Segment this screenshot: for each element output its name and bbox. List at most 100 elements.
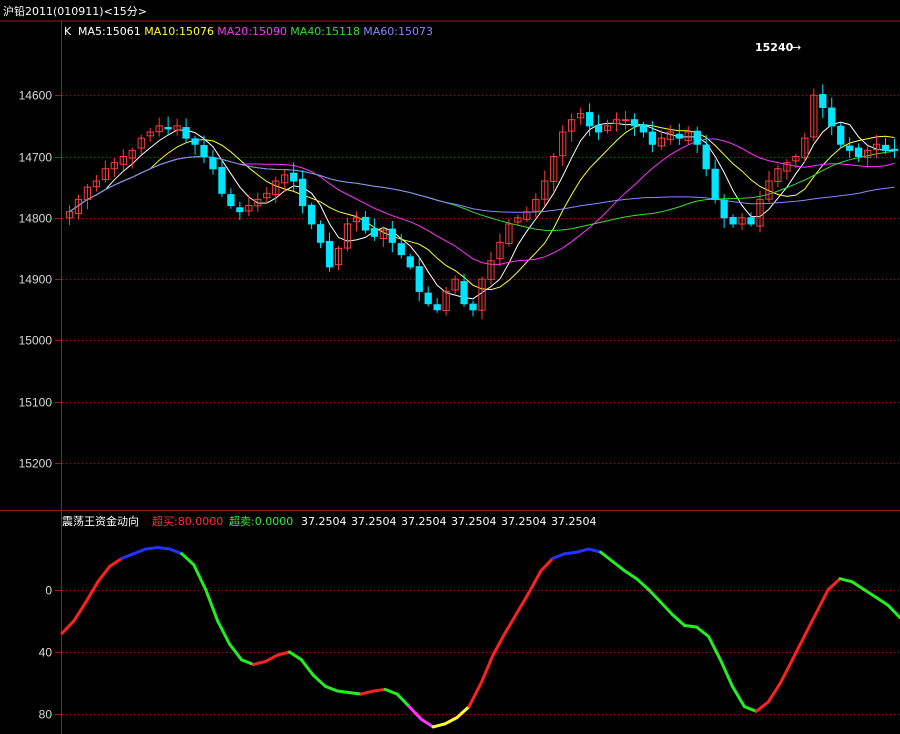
candle-body-70 [693, 130, 701, 145]
indicator-value-2: 37.2504 [401, 515, 447, 528]
ind-y-tick-40: 40 [39, 646, 53, 660]
chart-title: 沪铅2011(010911)<15分> [3, 4, 147, 18]
osc-segment-35 [479, 653, 495, 685]
high-marker-arrow: → [792, 41, 801, 54]
osc-segment-30 [419, 717, 435, 729]
osc-segment-64 [826, 577, 842, 592]
osc-segment-57 [742, 705, 758, 713]
osc-segment-18 [276, 650, 291, 657]
osc-segment-44 [587, 547, 603, 554]
candle-body-36 [388, 228, 396, 243]
ma-legend-2: MA20:15090 [217, 25, 287, 38]
osc-segment-68 [874, 595, 890, 607]
candle-body-19 [236, 207, 244, 213]
osc-segment-6 [132, 547, 148, 556]
osc-segment-49 [647, 588, 663, 604]
indicator-value-3: 37.2504 [451, 515, 497, 528]
indicator-value-0: 37.2504 [301, 515, 347, 528]
osc-segment-45 [599, 550, 615, 563]
osc-segment-5 [120, 552, 136, 560]
candle-body-65 [648, 131, 657, 145]
candle-body-37 [397, 243, 405, 256]
osc-segment-65 [838, 577, 854, 584]
osc-segment-4 [108, 556, 124, 568]
osc-segment-9 [168, 547, 184, 556]
y-tick-14900: 14900 [19, 273, 53, 287]
osc-segment-43 [575, 547, 591, 554]
osc-segment-61 [790, 634, 806, 662]
candle-body-13 [182, 127, 190, 139]
candle-body-26 [299, 178, 307, 207]
osc-segment-41 [551, 552, 567, 560]
osc-segment-33 [455, 705, 471, 719]
main-y-axis: 15200 15100 15000 14900 14800 14700 14600 [19, 89, 53, 471]
candle-body-34 [370, 228, 379, 237]
y-tick-15200: 14600 [19, 89, 53, 103]
candle-body-38 [406, 256, 414, 268]
osc-segment-15 [240, 658, 255, 666]
osc-segment-25 [359, 689, 375, 696]
osc-segment-52 [683, 624, 698, 629]
ind-y-tick-0: 80 [39, 708, 53, 722]
high-marker-label: 15240 [755, 41, 794, 54]
osc-segment-12 [204, 588, 220, 623]
osc-segment-56 [730, 684, 746, 709]
candle-body-14 [191, 138, 199, 145]
osc-segment-34 [467, 681, 483, 709]
candle-body-92 [890, 148, 899, 151]
osc-segment-26 [371, 687, 387, 693]
ma60-line [69, 156, 895, 213]
osc-segment-1 [72, 600, 88, 623]
indicator-y-axis: 80 40 0 [39, 584, 53, 722]
osc-segment-0 [60, 619, 76, 635]
osc-segment-27 [383, 687, 399, 696]
candle-body-86 [837, 125, 845, 145]
osc-segment-59 [766, 681, 782, 704]
overbuy-label: 超买:80.0000 [152, 514, 223, 528]
osc-segment-69 [886, 603, 900, 620]
oscillator-line [60, 546, 900, 729]
osc-segment-29 [407, 705, 423, 721]
candle-body-29 [325, 240, 334, 268]
osc-segment-8 [156, 546, 172, 551]
ma-legend-4: MA60:15073 [363, 25, 433, 38]
osc-segment-10 [180, 552, 196, 567]
candle-body-91 [881, 144, 890, 151]
ma-legend-0: MA5:15061 [78, 25, 141, 38]
candle-body-11 [164, 126, 172, 130]
y-tick-15100: 14700 [19, 151, 53, 165]
osc-segment-14 [228, 642, 244, 662]
osc-segment-53 [695, 625, 710, 638]
ma-legend-3: MA40:15118 [290, 25, 360, 38]
candle-body-63 [630, 119, 639, 127]
osc-segment-20 [299, 658, 315, 677]
ind-y-tick-80: 0 [45, 584, 52, 598]
osc-segment-16 [252, 659, 267, 666]
y-tick-15000: 14800 [19, 212, 53, 226]
candle-body-72 [711, 168, 719, 200]
osc-segment-36 [491, 631, 507, 657]
y-tick-14800: 15000 [19, 334, 53, 348]
candle-body-74 [729, 216, 737, 225]
osc-segment-54 [707, 634, 722, 662]
candle-body-88 [855, 147, 863, 158]
osc-segment-48 [635, 577, 651, 592]
candle-body-40 [424, 292, 432, 305]
y-tick-14700: 15100 [19, 396, 53, 410]
y-tick-14600: 15200 [19, 457, 53, 471]
indicator-value-4: 37.2504 [501, 515, 547, 528]
candle-body-28 [316, 224, 325, 243]
osc-segment-3 [96, 564, 112, 584]
osc-segment-66 [850, 580, 866, 592]
ma-legend-1: MA10:15076 [144, 25, 214, 38]
candle-body-73 [720, 199, 728, 219]
candle-body-64 [639, 124, 648, 133]
osc-segment-46 [611, 560, 627, 573]
candle-body-68 [675, 133, 683, 139]
osc-segment-58 [754, 700, 770, 713]
osc-segment-11 [192, 563, 208, 592]
candle-body-33 [361, 216, 370, 231]
osc-segment-24 [347, 691, 363, 696]
osc-segment-50 [659, 600, 674, 617]
osc-segment-55 [718, 658, 734, 688]
